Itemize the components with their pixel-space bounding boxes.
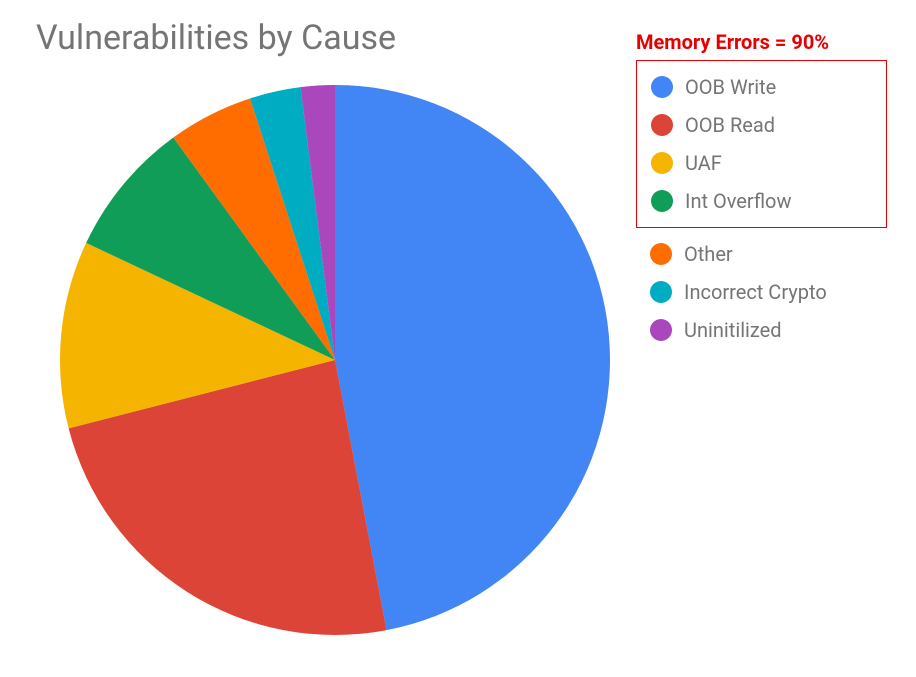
legend-swatch xyxy=(650,319,672,341)
legend-item: Int Overflow xyxy=(651,189,826,213)
legend-label: Uninitilized xyxy=(684,318,782,342)
legend-item: Uninitilized xyxy=(650,318,827,342)
legend-label: UAF xyxy=(685,151,722,175)
legend-item: Incorrect Crypto xyxy=(650,280,827,304)
legend-swatch xyxy=(651,190,673,212)
legend-swatch xyxy=(651,76,673,98)
legend-highlight-box: OOB Write OOB Read UAF Int Overflow xyxy=(636,60,887,228)
legend-rest: Other Incorrect Crypto Uninitilized xyxy=(636,242,887,342)
legend-swatch xyxy=(651,114,673,136)
pie-chart xyxy=(60,85,610,635)
legend-label: OOB Write xyxy=(685,75,776,99)
chart-title: Vulnerabilities by Cause xyxy=(36,18,396,58)
legend-label: Int Overflow xyxy=(685,189,791,213)
legend-label: Other xyxy=(684,242,733,266)
legend-item: UAF xyxy=(651,151,826,175)
legend-label: OOB Read xyxy=(685,113,775,137)
legend-item: Other xyxy=(650,242,827,266)
pie-slice xyxy=(335,85,610,630)
legend-swatch xyxy=(650,243,672,265)
legend-swatch xyxy=(650,281,672,303)
legend: OOB Write OOB Read UAF Int Overflow Other In… xyxy=(636,60,887,342)
legend-swatch xyxy=(651,152,673,174)
legend-label: Incorrect Crypto xyxy=(684,280,827,304)
legend-item: OOB Write xyxy=(651,75,826,99)
legend-item: OOB Read xyxy=(651,113,826,137)
memory-errors-annotation: Memory Errors = 90% xyxy=(636,30,829,54)
